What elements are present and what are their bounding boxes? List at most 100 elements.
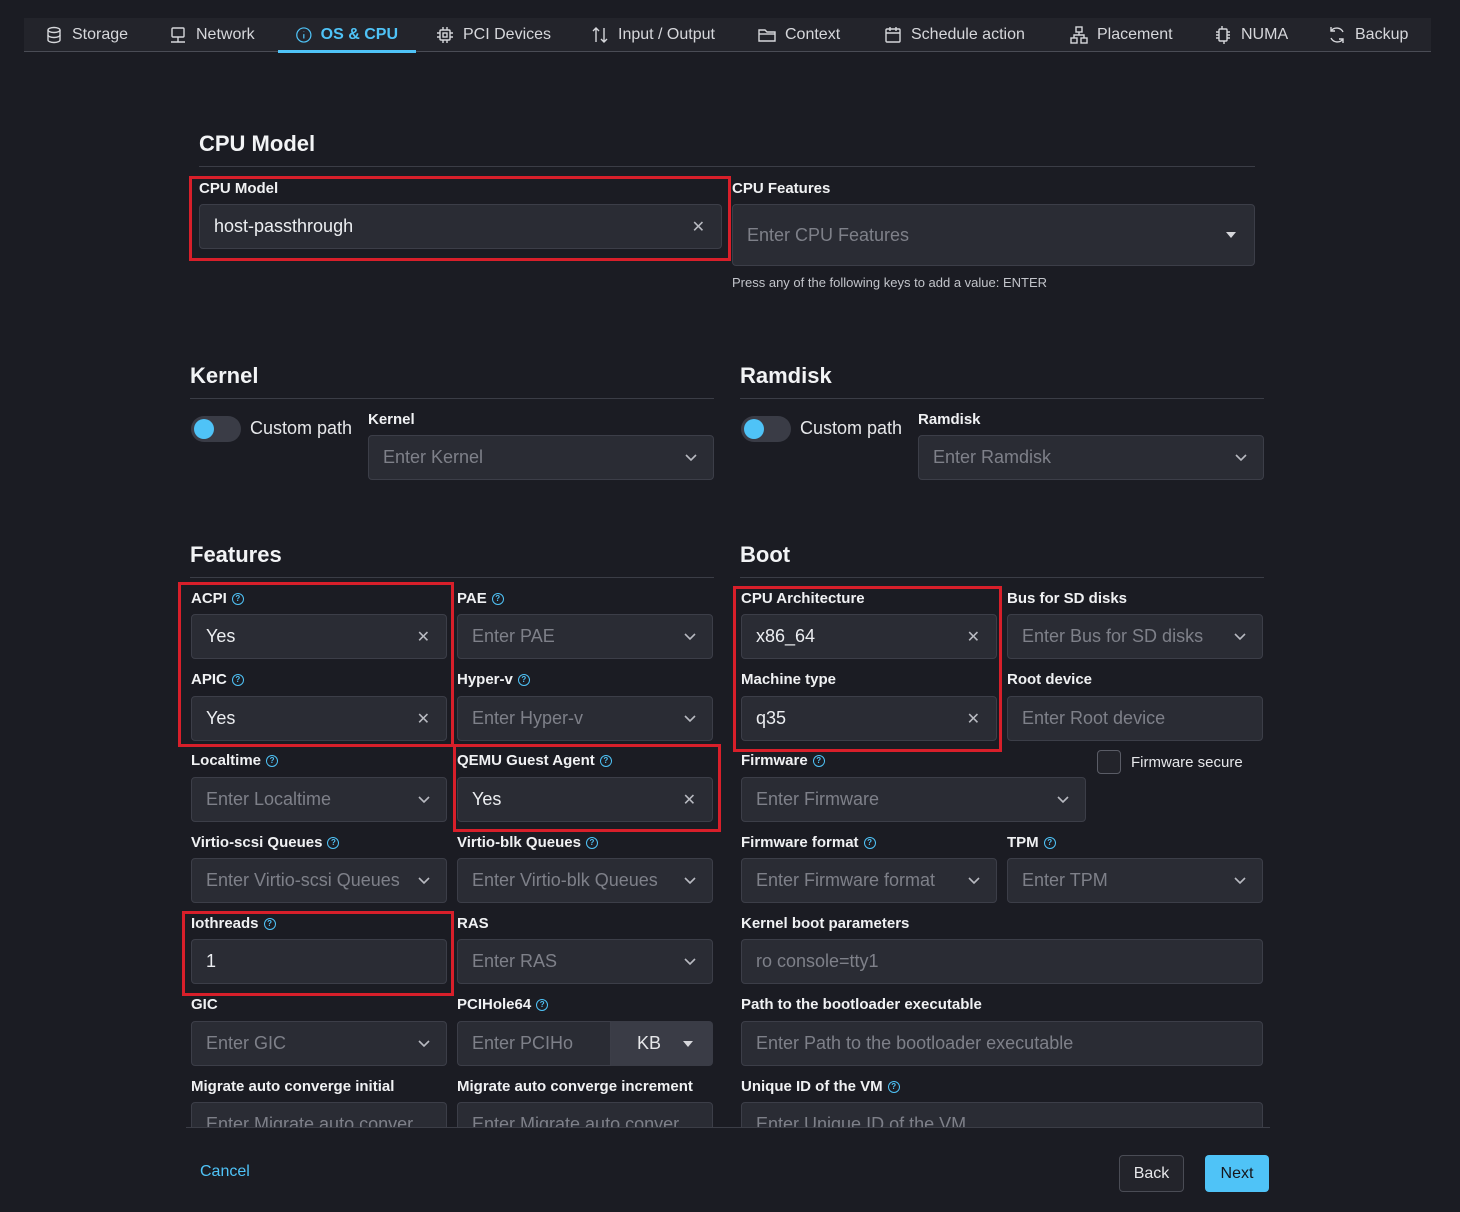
- tab-label: Network: [196, 26, 255, 43]
- tab-os-cpu[interactable]: OS & CPU: [278, 18, 416, 53]
- kernel-select[interactable]: Enter Kernel: [368, 435, 714, 480]
- cpu-model-select[interactable]: host-passthrough ✕: [199, 204, 722, 249]
- firmware-select[interactable]: Enter Firmware: [741, 777, 1086, 822]
- migrate-initial-placeholder: Enter Migrate auto conver: [206, 1114, 414, 1128]
- migrate-initial-label-text: Migrate auto converge initial: [191, 1078, 395, 1095]
- sd-bus-select[interactable]: Enter Bus for SD disks: [1007, 614, 1263, 659]
- help-icon[interactable]: ?: [585, 836, 598, 849]
- cpu-features-label: CPU Features: [732, 180, 831, 197]
- iothreads-input[interactable]: 1: [191, 939, 447, 984]
- firmware-secure-checkbox[interactable]: [1097, 750, 1121, 774]
- clear-icon[interactable]: ✕: [683, 790, 696, 810]
- tab-context[interactable]: Context: [757, 18, 840, 52]
- tab-numa[interactable]: NUMA: [1213, 18, 1288, 52]
- tpm-select[interactable]: Enter TPM: [1007, 858, 1263, 903]
- help-icon[interactable]: ?: [599, 754, 612, 767]
- cancel-link[interactable]: Cancel: [200, 1163, 250, 1181]
- tab-schedule-action[interactable]: Schedule action: [883, 18, 1025, 52]
- bootloader-input[interactable]: Enter Path to the bootloader executable: [741, 1021, 1263, 1066]
- chevron-down-icon: [418, 1039, 430, 1048]
- clear-icon[interactable]: ✕: [967, 627, 980, 647]
- ras-select[interactable]: Enter RAS: [457, 939, 713, 984]
- clear-icon[interactable]: ✕: [692, 217, 705, 237]
- help-icon[interactable]: ?: [491, 592, 504, 605]
- acpi-label: ACPI?: [191, 590, 244, 607]
- help-icon[interactable]: ?: [887, 1080, 900, 1093]
- clear-icon[interactable]: ✕: [967, 709, 980, 729]
- root-input[interactable]: Enter Root device: [1007, 696, 1263, 741]
- firmware-format-select[interactable]: Enter Firmware format: [741, 858, 997, 903]
- pae-select[interactable]: Enter PAE: [457, 614, 713, 659]
- cpu-features-placeholder: Enter CPU Features: [747, 224, 910, 245]
- arch-select[interactable]: x86_64 ✕: [741, 614, 997, 659]
- next-button[interactable]: Next: [1205, 1155, 1269, 1192]
- help-icon[interactable]: ?: [231, 592, 244, 605]
- ras-placeholder: Enter RAS: [472, 951, 558, 971]
- tab-network[interactable]: Network: [168, 18, 255, 52]
- kernel-label: Kernel: [368, 411, 415, 428]
- cpu-model-label: CPU Model: [199, 180, 279, 197]
- help-icon[interactable]: ?: [327, 836, 340, 849]
- help-icon[interactable]: ?: [231, 673, 244, 686]
- chip-icon: [437, 27, 453, 43]
- divider: [740, 398, 1264, 399]
- help-icon[interactable]: ?: [812, 754, 825, 767]
- help-icon[interactable]: ?: [536, 998, 549, 1011]
- clear-icon[interactable]: ✕: [417, 709, 430, 729]
- back-button[interactable]: Back: [1119, 1155, 1184, 1192]
- migrate-increment-label-text: Migrate auto converge increment: [457, 1078, 693, 1095]
- kernel-params-label: Kernel boot parameters: [741, 915, 909, 932]
- kernel-custom-path-label: Custom path: [250, 418, 353, 438]
- apic-select[interactable]: Yes ✕: [191, 696, 447, 741]
- pcihole-label: PCIHole64?: [457, 996, 549, 1013]
- help-icon[interactable]: ?: [517, 673, 530, 686]
- guest-agent-value: Yes: [472, 789, 502, 809]
- root-label: Root device: [1007, 671, 1092, 688]
- tab-label: OS & CPU: [320, 26, 398, 43]
- gic-select[interactable]: Enter GIC: [191, 1021, 447, 1066]
- tpm-label: TPM?: [1007, 834, 1056, 851]
- machine-select[interactable]: q35 ✕: [741, 696, 997, 741]
- kernel-custom-path-toggle[interactable]: [191, 416, 241, 442]
- tab-backup[interactable]: Backup: [1327, 18, 1408, 52]
- migrate-initial-input[interactable]: Enter Migrate auto conver: [191, 1102, 447, 1128]
- ramdisk-select[interactable]: Enter Ramdisk: [918, 435, 1264, 480]
- localtime-select[interactable]: Enter Localtime: [191, 777, 447, 822]
- cpu-features-hint: Press any of the following keys to add a…: [732, 275, 1048, 290]
- section-title-boot: Boot: [740, 542, 791, 567]
- tab-input-output[interactable]: Input / Output: [590, 18, 715, 52]
- help-icon[interactable]: ?: [263, 917, 276, 930]
- acpi-label-text: ACPI: [191, 590, 227, 607]
- ramdisk-custom-path-toggle[interactable]: [741, 416, 791, 442]
- firmware-format-placeholder: Enter Firmware format: [756, 870, 936, 890]
- help-icon[interactable]: ?: [863, 836, 876, 849]
- pae-label: PAE?: [457, 590, 504, 607]
- tab-label: Placement: [1097, 26, 1173, 43]
- pcihole-input[interactable]: Enter PCIHo: [457, 1021, 611, 1066]
- hyperv-select[interactable]: Enter Hyper-v: [457, 696, 713, 741]
- ramdisk-custom-path-label: Custom path: [800, 418, 903, 438]
- acpi-select[interactable]: Yes ✕: [191, 614, 447, 659]
- blk-queues-select[interactable]: Enter Virtio-blk Queues: [457, 858, 713, 903]
- clear-icon[interactable]: ✕: [417, 627, 430, 647]
- kernel-params-input[interactable]: ro console=tty1: [741, 939, 1263, 984]
- caret-down-icon[interactable]: [1226, 232, 1236, 238]
- help-icon[interactable]: ?: [266, 754, 279, 767]
- scsi-queues-label: Virtio-scsi Queues?: [191, 834, 340, 851]
- bootloader-label: Path to the bootloader executable: [741, 996, 982, 1013]
- iothreads-label-text: Iothreads: [191, 915, 259, 932]
- migrate-increment-input[interactable]: Enter Migrate auto conver: [457, 1102, 713, 1128]
- pcihole-unit-select[interactable]: KB: [611, 1021, 713, 1066]
- migrate-increment-label: Migrate auto converge increment: [457, 1078, 693, 1095]
- scsi-queues-select[interactable]: Enter Virtio-scsi Queues: [191, 858, 447, 903]
- tab-placement[interactable]: Placement: [1069, 18, 1173, 52]
- tab-pci-devices[interactable]: PCI Devices: [435, 18, 551, 52]
- guest-agent-label: QEMU Guest Agent?: [457, 752, 612, 769]
- tab-storage[interactable]: Storage: [44, 18, 128, 52]
- refresh-icon: [1330, 27, 1344, 43]
- guest-agent-select[interactable]: Yes ✕: [457, 777, 713, 822]
- tpm-label-text: TPM: [1007, 834, 1039, 851]
- uuid-input[interactable]: Enter Unique ID of the VM: [741, 1102, 1263, 1128]
- cpu-features-input[interactable]: Enter CPU Features: [732, 204, 1255, 266]
- help-icon[interactable]: ?: [1043, 836, 1056, 849]
